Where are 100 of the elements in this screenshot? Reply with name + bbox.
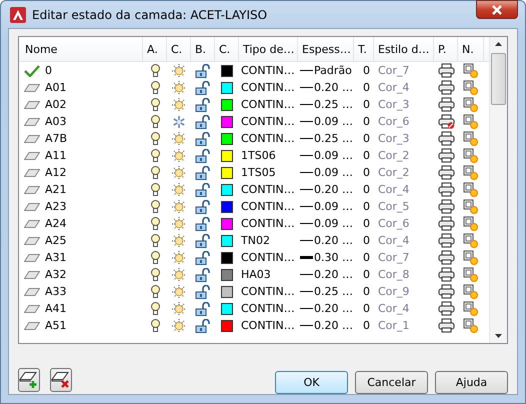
- padlock-icon[interactable]: [195, 200, 211, 214]
- printer-icon[interactable]: [438, 199, 454, 214]
- viewport-sun-icon[interactable]: [463, 198, 479, 214]
- printer-icon[interactable]: [438, 301, 454, 316]
- viewport-sun-icon[interactable]: [463, 182, 479, 198]
- padlock-icon[interactable]: [195, 182, 211, 196]
- padlock-icon[interactable]: [195, 132, 211, 146]
- lightbulb-icon[interactable]: [150, 132, 160, 146]
- padlock-icon[interactable]: [195, 318, 211, 332]
- color-swatch[interactable]: [221, 286, 233, 298]
- lineweight-cell[interactable]: 0.20 …: [314, 268, 353, 281]
- lineweight-cell[interactable]: 0.25 …: [314, 98, 353, 111]
- scrollbar[interactable]: [489, 37, 507, 343]
- color-swatch[interactable]: [221, 320, 233, 332]
- color-swatch[interactable]: [221, 234, 233, 246]
- linetype-cell[interactable]: HA03: [239, 268, 298, 281]
- printer-icon[interactable]: [438, 318, 454, 333]
- transparency-cell[interactable]: 0: [354, 132, 374, 145]
- linetype-cell[interactable]: CONTIN…: [239, 132, 298, 145]
- lightbulb-icon[interactable]: [150, 302, 160, 316]
- lineweight-cell[interactable]: 0.20 …: [314, 183, 353, 196]
- column-header[interactable]: Nome: [19, 37, 143, 61]
- padlock-icon[interactable]: [195, 98, 211, 112]
- viewport-sun-icon[interactable]: [463, 300, 479, 316]
- transparency-cell[interactable]: 0: [354, 251, 374, 264]
- column-header[interactable]: Estilo d…: [374, 37, 434, 61]
- lineweight-cell[interactable]: 0.09 …: [314, 200, 353, 213]
- lightbulb-icon[interactable]: [150, 166, 160, 180]
- delete-layer-button[interactable]: [50, 368, 72, 392]
- scrollbar-thumb[interactable]: [491, 53, 506, 105]
- lightbulb-icon[interactable]: [150, 148, 160, 162]
- color-swatch[interactable]: [221, 116, 233, 128]
- transparency-cell[interactable]: 0: [354, 217, 374, 230]
- color-swatch[interactable]: [221, 166, 233, 178]
- sun-icon[interactable]: [172, 284, 186, 298]
- viewport-sun-icon[interactable]: [463, 232, 479, 248]
- sun-icon[interactable]: [172, 132, 186, 146]
- linetype-cell[interactable]: CONTIN…: [239, 98, 298, 111]
- transparency-cell[interactable]: 0: [354, 319, 374, 332]
- sun-icon[interactable]: [172, 216, 186, 230]
- color-swatch[interactable]: [221, 82, 233, 94]
- padlock-icon[interactable]: [195, 114, 211, 128]
- transparency-cell[interactable]: 0: [354, 81, 374, 94]
- lightbulb-icon[interactable]: [150, 200, 160, 214]
- printer-icon[interactable]: [438, 250, 454, 265]
- padlock-icon[interactable]: [195, 234, 211, 248]
- linetype-cell[interactable]: CONTIN…: [239, 217, 298, 230]
- sun-icon[interactable]: [172, 302, 186, 316]
- transparency-cell[interactable]: 0: [354, 302, 374, 315]
- printer-icon[interactable]: [438, 131, 454, 146]
- padlock-icon[interactable]: [195, 216, 211, 230]
- linetype-cell[interactable]: CONTIN…: [239, 81, 298, 94]
- color-swatch[interactable]: [221, 268, 233, 280]
- lineweight-cell[interactable]: 0.09 …: [314, 217, 353, 230]
- lineweight-cell[interactable]: 0.25 …: [314, 285, 353, 298]
- viewport-sun-icon[interactable]: [463, 266, 479, 282]
- color-swatch[interactable]: [221, 218, 233, 230]
- lineweight-cell[interactable]: 0.20 …: [314, 302, 353, 315]
- transparency-cell[interactable]: 0: [354, 200, 374, 213]
- transparency-cell[interactable]: 0: [354, 234, 374, 247]
- color-swatch[interactable]: [221, 184, 233, 196]
- color-swatch[interactable]: [221, 252, 233, 264]
- lightbulb-icon[interactable]: [150, 234, 160, 248]
- printer-icon[interactable]: [438, 216, 454, 231]
- lineweight-cell[interactable]: Padrão: [314, 64, 352, 77]
- sun-icon[interactable]: [172, 268, 186, 282]
- printer-icon[interactable]: [438, 97, 454, 112]
- sun-icon[interactable]: [172, 148, 186, 162]
- transparency-cell[interactable]: 0: [354, 115, 374, 128]
- viewport-sun-icon[interactable]: [463, 318, 479, 334]
- transparency-cell[interactable]: 0: [354, 98, 374, 111]
- linetype-cell[interactable]: CONTIN…: [239, 183, 298, 196]
- lineweight-cell[interactable]: 0.25 …: [314, 132, 353, 145]
- lightbulb-icon[interactable]: [150, 64, 160, 78]
- snowflake-icon[interactable]: [172, 114, 186, 128]
- lightbulb-icon[interactable]: [150, 268, 160, 282]
- printer-icon[interactable]: [438, 63, 454, 78]
- viewport-sun-icon[interactable]: [463, 250, 479, 266]
- new-layer-button[interactable]: [18, 368, 40, 392]
- dialog-button[interactable]: Ajuda: [435, 371, 508, 394]
- padlock-icon[interactable]: [195, 302, 211, 316]
- linetype-cell[interactable]: CONTIN…: [239, 200, 298, 213]
- column-header[interactable]: A.: [143, 37, 167, 61]
- lineweight-cell[interactable]: 0.09 …: [314, 115, 353, 128]
- padlock-icon[interactable]: [195, 250, 211, 264]
- close-icon[interactable]: [492, 4, 502, 14]
- linetype-cell[interactable]: CONTIN…: [239, 251, 298, 264]
- transparency-cell[interactable]: 0: [354, 268, 374, 281]
- lightbulb-icon[interactable]: [150, 182, 160, 196]
- lightbulb-icon[interactable]: [150, 318, 160, 332]
- linetype-cell[interactable]: CONTIN…: [239, 64, 298, 77]
- printer-icon[interactable]: [438, 284, 454, 299]
- viewport-sun-icon[interactable]: [463, 130, 479, 146]
- lightbulb-icon[interactable]: [150, 284, 160, 298]
- viewport-sun-icon[interactable]: [463, 96, 479, 112]
- padlock-icon[interactable]: [195, 148, 211, 162]
- printer-icon[interactable]: [438, 148, 454, 163]
- color-swatch[interactable]: [221, 150, 233, 162]
- padlock-icon[interactable]: [195, 80, 211, 94]
- sun-icon[interactable]: [172, 250, 186, 264]
